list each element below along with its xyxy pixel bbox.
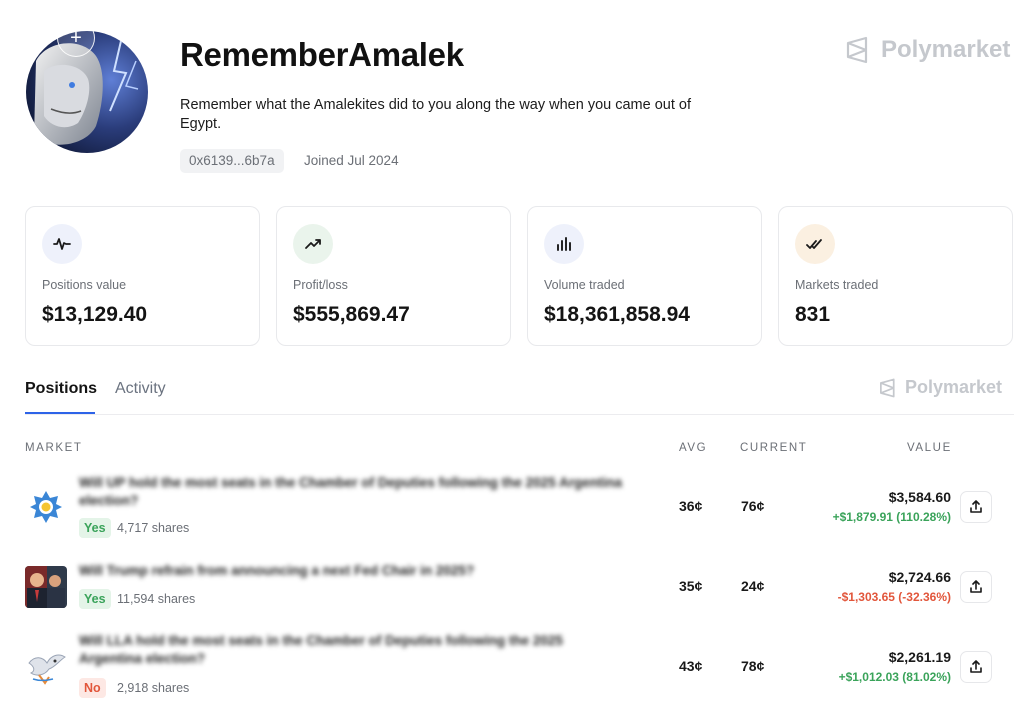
position-pnl: -$1,303.65 (-32.36%) — [837, 590, 951, 604]
outcome-badge: Yes — [79, 518, 111, 538]
shares-count: 2,918 shares — [117, 681, 190, 695]
position-row[interactable]: Will LLA hold the most seats in the Cham… — [0, 628, 1024, 708]
position-value: $2,261.19 — [888, 649, 951, 665]
column-header-current: CURRENT — [740, 442, 808, 454]
position-row[interactable]: Will UP hold the most seats in the Chamb… — [0, 470, 1024, 550]
share-icon — [970, 660, 982, 673]
stat-label: Volume traded — [544, 278, 625, 292]
market-title[interactable]: Will Trump refrain from announcing a nex… — [79, 562, 624, 580]
tab-positions[interactable]: Positions — [25, 380, 97, 398]
stat-card-positions-value: Positions value $13,129.40 — [25, 206, 260, 346]
polymarket-logo-small: Polymarket — [878, 377, 1002, 398]
position-row[interactable]: Will Trump refrain from announcing a nex… — [0, 558, 1024, 638]
avg-price: 36¢ — [679, 498, 703, 514]
profile-bio: Remember what the Amalekites did to you … — [180, 97, 692, 132]
wallet-address-chip[interactable]: 0x6139...6b7a — [180, 149, 284, 173]
outcome-badge: Yes — [79, 589, 111, 609]
double-check-icon — [795, 224, 835, 264]
stat-card-volume-traded: Volume traded $18,361,858.94 — [527, 206, 762, 346]
bar-chart-icon — [544, 224, 584, 264]
market-title[interactable]: Will UP hold the most seats in the Chamb… — [79, 474, 624, 510]
current-price: 78¢ — [741, 658, 765, 674]
activity-icon — [42, 224, 82, 264]
column-header-avg: AVG — [679, 442, 708, 454]
outcome-badge: No — [79, 678, 106, 698]
shares-count: 11,594 shares — [117, 592, 196, 606]
current-price: 76¢ — [741, 498, 765, 514]
stat-value: 831 — [795, 303, 831, 326]
joined-date: Joined Jul 2024 — [304, 153, 399, 168]
shares-count: 4,717 shares — [117, 521, 190, 535]
share-position-button[interactable] — [960, 651, 992, 683]
polymarket-logo: Polymarket — [844, 36, 1010, 64]
profile-username: RememberAmalek — [180, 36, 464, 73]
stat-value: $13,129.40 — [42, 303, 148, 326]
edit-avatar-icon[interactable]: + — [57, 19, 95, 57]
stat-value: $18,361,858.94 — [544, 303, 690, 326]
polymarket-icon — [846, 36, 868, 64]
stat-card-markets-traded: Markets traded 831 — [778, 206, 1013, 346]
share-icon — [970, 580, 982, 593]
avg-price: 43¢ — [679, 658, 703, 674]
position-pnl: +$1,012.03 (81.02%) — [838, 670, 951, 684]
stat-label: Markets traded — [795, 278, 879, 292]
market-thumbnail — [25, 486, 67, 528]
market-thumbnail — [25, 566, 67, 608]
stat-value: $555,869.47 — [293, 303, 410, 326]
column-header-market: MARKET — [25, 442, 83, 454]
share-icon — [970, 500, 982, 513]
stat-label: Positions value — [42, 278, 127, 292]
avg-price: 35¢ — [679, 578, 703, 594]
polymarket-wordmark: Polymarket — [881, 36, 1011, 63]
polymarket-wordmark: Polymarket — [905, 377, 1003, 397]
current-price: 24¢ — [741, 578, 765, 594]
stat-label: Profit/loss — [293, 278, 348, 292]
market-thumbnail — [25, 645, 67, 687]
share-position-button[interactable] — [960, 491, 992, 523]
position-value: $3,584.60 — [888, 489, 951, 505]
stat-card-profit-loss: Profit/loss $555,869.47 — [276, 206, 511, 346]
market-title[interactable]: Will LLA hold the most seats in the Cham… — [79, 632, 624, 668]
column-header-value: VALUE — [907, 442, 952, 454]
tab-divider — [25, 414, 1014, 415]
position-value: $2,724.66 — [888, 569, 951, 585]
share-position-button[interactable] — [960, 571, 992, 603]
trending-up-icon — [293, 224, 333, 264]
position-pnl: +$1,879.91 (110.28%) — [832, 510, 951, 524]
polymarket-icon — [880, 378, 895, 397]
tab-activity[interactable]: Activity — [115, 380, 166, 398]
